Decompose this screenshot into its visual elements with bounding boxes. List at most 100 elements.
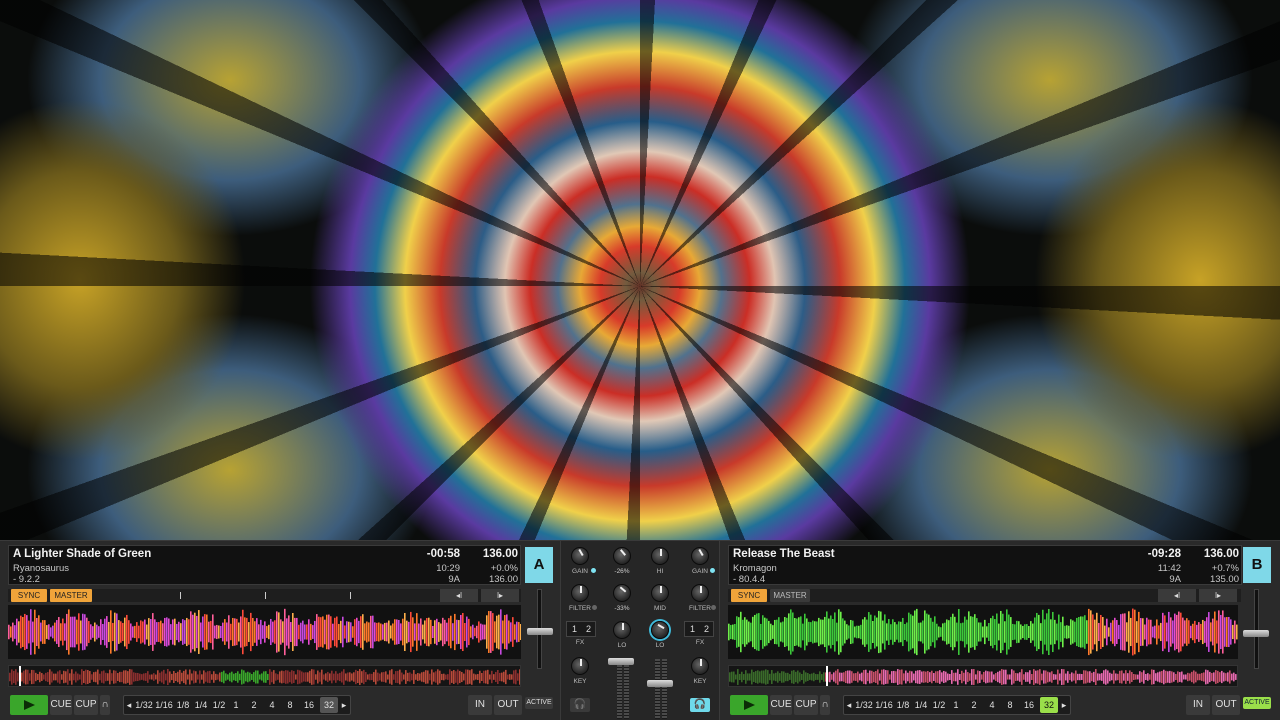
overview-bar: [347, 672, 349, 682]
filter-knob-a[interactable]: [571, 584, 589, 602]
deck-b-overview[interactable]: [728, 665, 1238, 687]
fx-2-button-b[interactable]: 2: [704, 624, 709, 634]
waveform-bar: [402, 618, 404, 646]
deck-a-overview[interactable]: [8, 665, 521, 687]
overview-bar: [349, 672, 351, 682]
active-button[interactable]: ACTIVE: [1243, 697, 1271, 709]
cup-button[interactable]: CUP: [74, 695, 98, 715]
overview-bar: [461, 671, 463, 683]
tempo-fader-track[interactable]: [1254, 589, 1259, 669]
loop-prev-arrow[interactable]: ◂: [125, 697, 133, 713]
gain-knob-a[interactable]: [571, 547, 589, 565]
channel-fader-a[interactable]: [608, 658, 634, 665]
loop-in-button[interactable]: IN: [468, 695, 492, 715]
loop-size-8[interactable]: 8: [1002, 697, 1018, 713]
eq-lo-knob-b[interactable]: [651, 621, 669, 639]
waveform-bar: [236, 618, 238, 646]
channel-fader-b[interactable]: [647, 680, 673, 687]
overview-bar: [13, 670, 15, 684]
deck-letter-b[interactable]: B: [1243, 547, 1271, 583]
waveform-bar: [184, 620, 186, 644]
waveform-bar: [74, 616, 76, 648]
loop-size-1-4[interactable]: 1/4: [912, 697, 930, 713]
loop-size-1-16[interactable]: 1/16: [874, 697, 894, 713]
overview-bar: [43, 674, 45, 680]
waveform-bar: [1064, 625, 1066, 639]
overview-bar: [189, 669, 191, 685]
loop-size-2[interactable]: 2: [246, 697, 262, 713]
nudge-forward-button[interactable]: ǀ▸: [481, 589, 519, 602]
loop-size-16[interactable]: 16: [300, 697, 318, 713]
loop-size-2[interactable]: 2: [966, 697, 982, 713]
key-knob-b[interactable]: [691, 657, 709, 675]
loop-size-1-16[interactable]: 1/16: [154, 697, 174, 713]
headphone-cue-a-icon[interactable]: 🎧: [570, 698, 590, 712]
overview-bar: [295, 674, 297, 680]
eq-mid-knob-b[interactable]: [651, 584, 669, 602]
deck-b-waveform[interactable]: [728, 605, 1238, 659]
loop-next-arrow[interactable]: ▸: [340, 697, 348, 713]
loop-size-1-2[interactable]: 1/2: [930, 697, 948, 713]
loop-size-1[interactable]: 1: [948, 697, 964, 713]
waveform-bar: [500, 609, 502, 655]
fx-2-button-a[interactable]: 2: [586, 624, 591, 634]
cup-button[interactable]: CUP: [794, 695, 818, 715]
cue-button[interactable]: CUE: [770, 695, 792, 715]
loop-out-button[interactable]: OUT: [1212, 695, 1240, 715]
eq-hi-knob-a[interactable]: [613, 547, 631, 565]
overview-bar: [87, 670, 89, 684]
active-button[interactable]: ACTIVE: [525, 697, 553, 709]
fx-1-button-b[interactable]: 1: [690, 624, 695, 634]
overview-bar: [23, 670, 25, 684]
fx-1-button-a[interactable]: 1: [572, 624, 577, 634]
flux-button[interactable]: ∩: [100, 695, 110, 715]
waveform-bar: [838, 609, 840, 655]
loop-out-button[interactable]: OUT: [494, 695, 522, 715]
nudge-back-button[interactable]: ◂ǀ: [440, 589, 478, 602]
tempo-fader-handle[interactable]: [1243, 630, 1269, 637]
overview-bar: [845, 670, 847, 684]
sync-button[interactable]: SYNC: [731, 589, 767, 602]
loop-size-1[interactable]: 1: [228, 697, 244, 713]
playhead-marker[interactable]: [19, 666, 21, 687]
nudge-back-button[interactable]: ◂ǀ: [1158, 589, 1196, 602]
deck-a-waveform[interactable]: [8, 605, 521, 659]
master-button[interactable]: MASTER: [50, 589, 92, 602]
cue-button[interactable]: CUE: [50, 695, 72, 715]
loop-size-4[interactable]: 4: [264, 697, 280, 713]
play-button[interactable]: [10, 695, 48, 715]
loop-size-16[interactable]: 16: [1020, 697, 1038, 713]
deck-letter-a[interactable]: A: [525, 547, 553, 583]
overview-bar: [47, 672, 49, 682]
loop-size-1-32[interactable]: 1/32: [134, 697, 154, 713]
flux-button[interactable]: ∩: [820, 695, 830, 715]
loop-next-arrow[interactable]: ▸: [1060, 697, 1068, 713]
master-button[interactable]: MASTER: [770, 589, 810, 602]
eq-hi-knob-b[interactable]: [651, 547, 669, 565]
filter-knob-b[interactable]: [691, 584, 709, 602]
tempo-fader-handle[interactable]: [527, 628, 553, 635]
gain-knob-b[interactable]: [691, 547, 709, 565]
sync-button[interactable]: SYNC: [11, 589, 47, 602]
loop-size-1-32[interactable]: 1/32: [854, 697, 874, 713]
loop-size-1-8[interactable]: 1/8: [894, 697, 912, 713]
nudge-forward-button[interactable]: ǀ▸: [1199, 589, 1237, 602]
waveform-bar: [1140, 618, 1142, 646]
playhead-marker[interactable]: [826, 666, 828, 687]
loop-size-1-4[interactable]: 1/4: [192, 697, 210, 713]
loop-size-8[interactable]: 8: [282, 697, 298, 713]
eq-lo-knob-a[interactable]: [613, 621, 631, 639]
loop-prev-arrow[interactable]: ◂: [845, 697, 853, 713]
play-button[interactable]: [730, 695, 768, 715]
waveform-bar: [1134, 609, 1136, 655]
loop-size-4[interactable]: 4: [984, 697, 1000, 713]
loop-size-1-2[interactable]: 1/2: [210, 697, 228, 713]
headphone-cue-b-icon[interactable]: 🎧: [690, 698, 710, 712]
loop-size-32[interactable]: 32: [1040, 697, 1058, 713]
key-knob-a[interactable]: [571, 657, 589, 675]
eq-mid-knob-a[interactable]: [613, 584, 631, 602]
overview-bar: [923, 671, 925, 683]
loop-size-32[interactable]: 32: [320, 697, 338, 713]
loop-size-1-8[interactable]: 1/8: [174, 697, 192, 713]
loop-in-button[interactable]: IN: [1186, 695, 1210, 715]
